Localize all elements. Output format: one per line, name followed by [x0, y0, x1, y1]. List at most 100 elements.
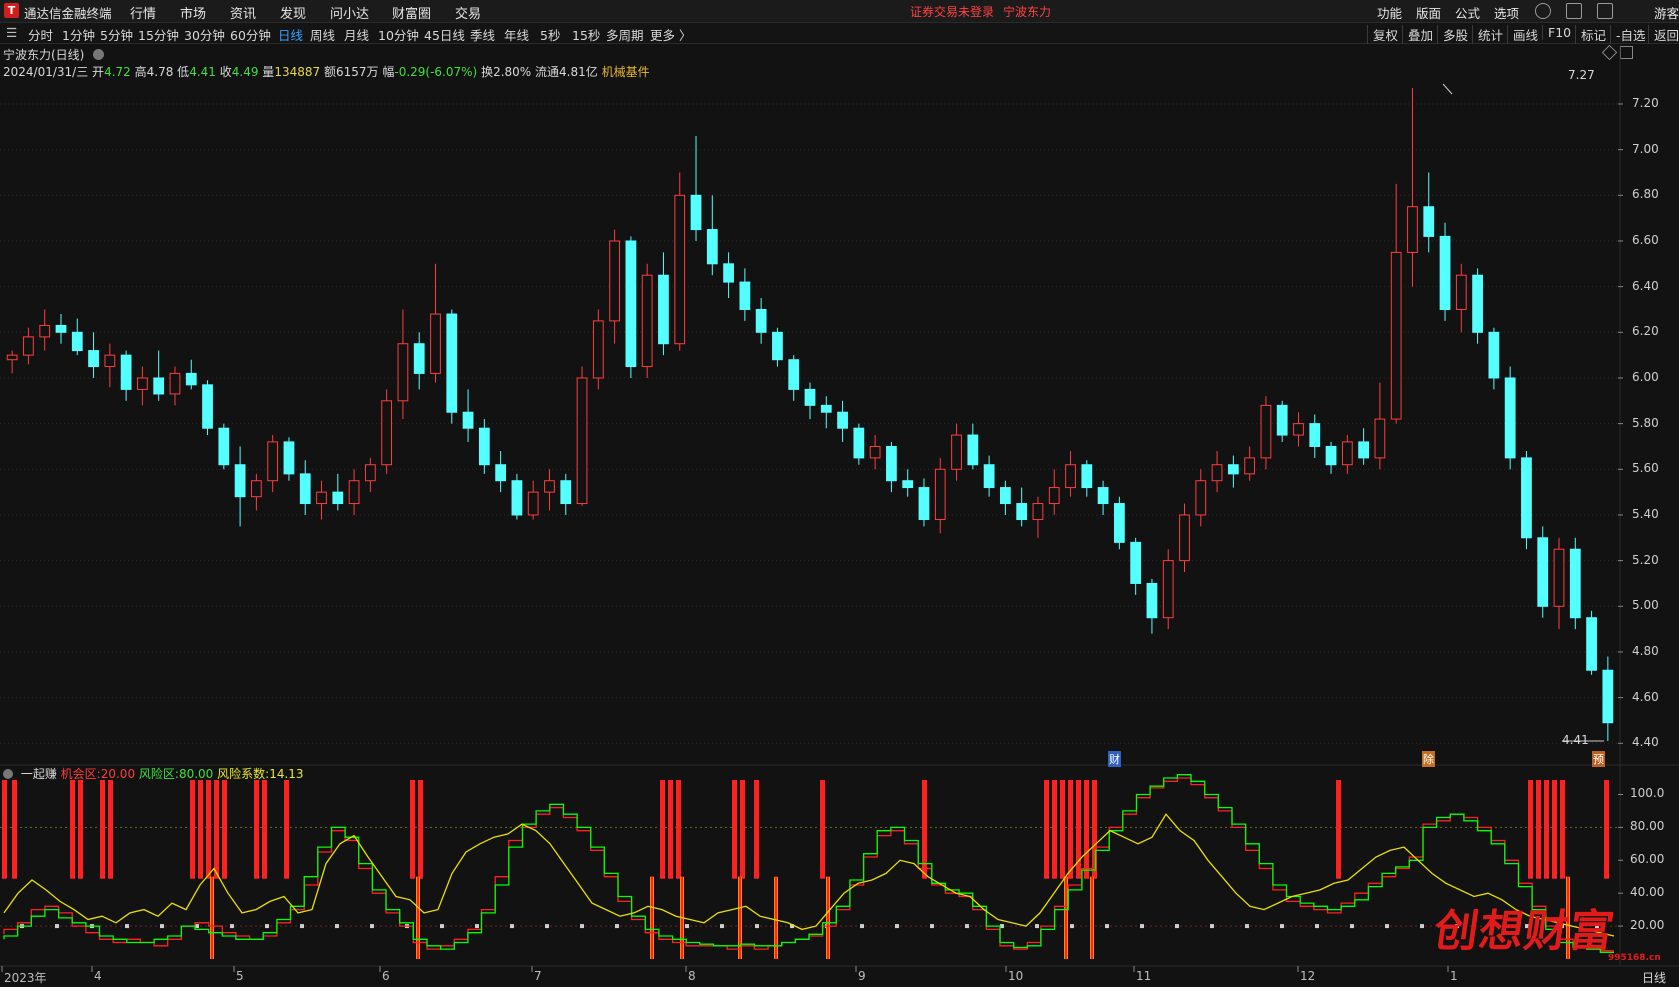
candle-body [1423, 206, 1435, 237]
candle-body [1227, 464, 1239, 475]
candle-body [869, 445, 881, 459]
candle-body [1293, 423, 1304, 436]
candle-body [23, 336, 34, 356]
candle-body [1439, 235, 1451, 310]
candle-body [462, 411, 474, 429]
candle-body [1521, 457, 1532, 539]
indicator-tick-label: 60.00 [1630, 852, 1665, 867]
candle-body [1130, 541, 1142, 584]
candle-body [1162, 560, 1174, 619]
candle-body [788, 359, 800, 390]
candle-body [1179, 514, 1190, 562]
risk-bar [418, 780, 423, 879]
candle-body [1195, 480, 1207, 516]
opportunity-bar-core [1065, 876, 1067, 959]
candle-body [1032, 503, 1044, 521]
candle-body [234, 464, 246, 498]
candle-body [169, 372, 181, 395]
risk-bar [1604, 780, 1609, 879]
max-price-label: 7.27 [1568, 68, 1595, 82]
price-tick-label: 6.20 [1632, 324, 1659, 339]
opportunity-bar-core [1091, 876, 1093, 959]
opportunity-dot [860, 924, 864, 929]
risk-bar [100, 780, 105, 879]
date-tick-label: 6 [382, 969, 390, 983]
price-tick-label: 5.40 [1632, 506, 1659, 521]
candle-body [1341, 441, 1353, 466]
opportunity-dot [230, 924, 234, 929]
candle-body [1407, 206, 1418, 253]
date-tick-label: 2023年 [4, 971, 47, 985]
candle-body [283, 441, 295, 475]
candle-body [837, 411, 848, 429]
opportunity-dot [1420, 924, 1424, 929]
watermark-url: 995168.cn [1608, 953, 1661, 963]
candle-body [592, 320, 604, 379]
candle-body [723, 263, 734, 283]
forecast-marker[interactable]: 预 [1592, 751, 1605, 767]
candle-body [397, 343, 409, 402]
candle-body [1569, 548, 1581, 619]
financial-marker[interactable]: 财 [1108, 751, 1121, 767]
price-tick-label: 5.80 [1632, 415, 1659, 430]
candle-body [430, 313, 441, 374]
opportunity-dot [1175, 924, 1179, 929]
opportunity-dot [895, 924, 899, 929]
candle-body [1244, 457, 1256, 475]
price-tick-label: 7.20 [1632, 95, 1659, 110]
price-tick-label: 5.60 [1632, 461, 1659, 476]
candle-body [71, 331, 83, 352]
date-tick-label: 5 [236, 969, 244, 983]
opportunity-dot [300, 924, 304, 929]
candle-body [1537, 537, 1549, 607]
risk-bar [754, 780, 759, 879]
opportunity-dot [720, 924, 724, 929]
candle-body [527, 491, 539, 516]
candle-body [641, 274, 653, 368]
candle-body [706, 229, 718, 265]
candle-body [1081, 464, 1093, 489]
risk-bar [410, 780, 415, 879]
exright-marker[interactable]: 除 [1422, 751, 1435, 767]
candle-body [918, 487, 930, 521]
opportunity-bar-core [827, 876, 829, 959]
date-tick-label: 11 [1136, 969, 1152, 983]
opportunity-bar-core [775, 876, 777, 959]
opportunity-dot [1210, 924, 1214, 929]
candle-body [1276, 404, 1288, 436]
opportunity-dot [125, 924, 129, 929]
risk-bar [1068, 780, 1073, 879]
risk-bar [1544, 780, 1549, 879]
risk-bar [1092, 780, 1097, 879]
price-tick-label: 4.60 [1632, 689, 1659, 704]
opportunity-dot [1245, 924, 1249, 929]
opportunity-dot [1070, 924, 1074, 929]
risk-bar [70, 780, 75, 879]
candle-body [1553, 548, 1565, 607]
candle-body [772, 331, 783, 361]
candle-body [6, 354, 18, 361]
risk-bar [284, 780, 289, 879]
price-tick-label: 6.60 [1632, 232, 1659, 247]
candle-body [1472, 274, 1483, 333]
kline-chart[interactable] [0, 0, 1679, 987]
risk-bar [12, 780, 17, 879]
risk-bar [222, 780, 227, 879]
candle-body [674, 194, 686, 345]
candle-body [690, 194, 702, 231]
opportunity-dot [1385, 924, 1389, 929]
candle-body [934, 468, 946, 521]
risk-bar [214, 780, 219, 879]
risk-bar [1528, 780, 1533, 879]
opportunity-dot [685, 924, 689, 929]
candle-body [1000, 487, 1011, 505]
candle-body [1390, 251, 1402, 420]
period-label: 日线 [1642, 971, 1667, 985]
indicator-tick-label: 20.00 [1630, 918, 1665, 933]
candle-body [1113, 503, 1125, 543]
candle-body [381, 400, 393, 466]
candle-body [1504, 377, 1516, 459]
opportunity-dot [1140, 924, 1144, 929]
candle-body [104, 354, 116, 368]
risk-bar [660, 780, 665, 879]
